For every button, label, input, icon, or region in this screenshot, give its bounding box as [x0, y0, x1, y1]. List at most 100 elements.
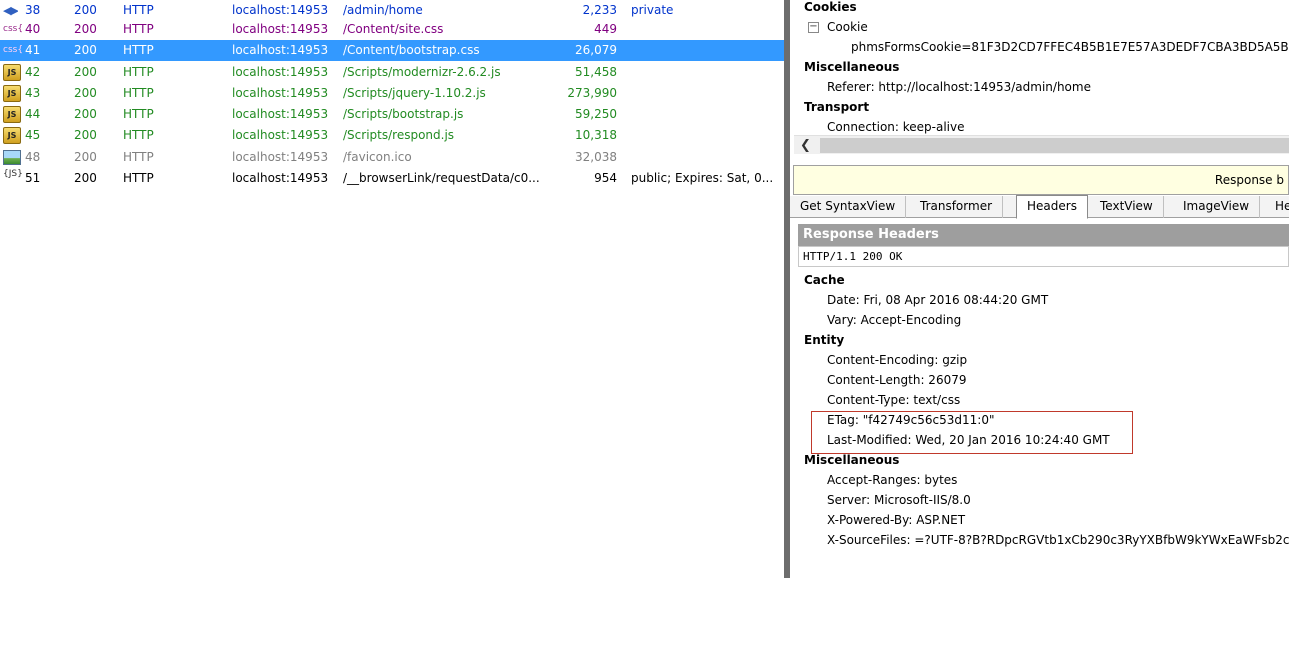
- session-protocol: HTTP: [123, 171, 154, 185]
- collapse-icon[interactable]: −: [808, 22, 819, 33]
- session-result: 200: [74, 3, 97, 17]
- css-icon: css{: [3, 45, 24, 55]
- date-header[interactable]: Date: Fri, 08 Apr 2016 08:44:20 GMT: [827, 290, 1048, 310]
- session-body-size: 273,990: [567, 86, 617, 100]
- session-protocol: HTTP: [123, 3, 154, 17]
- inspector-pane: Cookies − Cookie phmsFormsCookie=81F3D2C…: [790, 0, 1289, 578]
- powered-by-header[interactable]: X-Powered-By: ASP.NET: [827, 510, 965, 530]
- session-protocol: HTTP: [123, 128, 154, 142]
- cookie-node[interactable]: Cookie: [827, 17, 868, 37]
- session-result: 200: [74, 86, 97, 100]
- connection-header[interactable]: Connection: keep-alive: [827, 117, 965, 137]
- request-misc-group-label[interactable]: Miscellaneous: [804, 57, 899, 77]
- session-url: /__browserLink/requestData/c0...: [343, 171, 540, 185]
- cookie-value[interactable]: phmsFormsCookie=81F3D2CD7FFEC4B5B1E7E57A…: [851, 37, 1289, 57]
- session-number: 45: [25, 128, 41, 142]
- session-result: 200: [74, 128, 97, 142]
- html-arrows-icon: ◀▶: [3, 4, 18, 17]
- referer-header[interactable]: Referer: http://localhost:14953/admin/ho…: [827, 77, 1091, 97]
- session-host: localhost:14953: [232, 107, 329, 121]
- content-type-header[interactable]: Content-Type: text/css: [827, 390, 960, 410]
- json-icon: {JS}: [3, 169, 23, 179]
- session-url: /Scripts/modernizr-2.6.2.js: [343, 65, 501, 79]
- entity-group-label[interactable]: Entity: [804, 330, 844, 350]
- session-body-size: 954: [594, 171, 617, 185]
- session-protocol: HTTP: [123, 86, 154, 100]
- highlight-annotation-box: [811, 411, 1133, 454]
- session-body-size: 59,250: [575, 107, 617, 121]
- response-tabs: Get SyntaxView Transformer Headers TextV…: [790, 195, 1289, 219]
- image-icon: [3, 147, 25, 168]
- javascript-icon: JS: [3, 125, 25, 146]
- tab-imageview[interactable]: ImageView: [1173, 196, 1261, 218]
- session-number: 41: [25, 43, 41, 57]
- session-url: /Scripts/bootstrap.js: [343, 107, 464, 121]
- session-host: localhost:14953: [232, 43, 329, 57]
- javascript-icon: JS: [3, 62, 25, 83]
- session-caching: public; Expires: Sat, 0...: [631, 171, 774, 185]
- tab-get-syntaxview[interactable]: Get SyntaxView: [790, 196, 907, 218]
- vary-header[interactable]: Vary: Accept-Encoding: [827, 310, 961, 330]
- content-encoding-header[interactable]: Content-Encoding: gzip: [827, 350, 967, 370]
- session-caching: private: [631, 3, 674, 17]
- session-url: /admin/home: [343, 3, 423, 17]
- cookies-group-label[interactable]: Cookies: [804, 0, 857, 17]
- session-row[interactable]: JS 44 200 HTTP localhost:14953/Scripts/boots…: [0, 104, 784, 125]
- session-result: 200: [74, 65, 97, 79]
- session-body-size: 51,458: [575, 65, 617, 79]
- session-result: 200: [74, 22, 97, 36]
- horizontal-scrollbar[interactable]: ❮: [794, 135, 1289, 154]
- session-row[interactable]: ◀▶ 38 200 HTTP localhost:14953/admin/home 2,2…: [0, 0, 784, 21]
- session-url: /favicon.ico: [343, 150, 412, 164]
- session-row[interactable]: JS 45 200 HTTP localhost:14953/Scripts/respo…: [0, 125, 784, 146]
- session-host: localhost:14953: [232, 65, 329, 79]
- session-host: localhost:14953: [232, 128, 329, 142]
- session-number: 51: [25, 171, 41, 185]
- response-status-line[interactable]: HTTP/1.1 200 OK: [798, 246, 1289, 267]
- session-url: /Content/bootstrap.css: [343, 43, 480, 57]
- content-length-header[interactable]: Content-Length: 26079: [827, 370, 966, 390]
- session-result: 200: [74, 107, 97, 121]
- session-protocol: HTTP: [123, 65, 154, 79]
- session-row[interactable]: {JS} 51 200 HTTP localhost:14953 /__browserLi…: [0, 168, 784, 189]
- tab-headers[interactable]: Headers: [1016, 195, 1088, 219]
- session-body-size: 449: [594, 22, 617, 36]
- session-protocol: HTTP: [123, 107, 154, 121]
- scroll-left-icon[interactable]: ❮: [800, 136, 811, 155]
- tab-hexview[interactable]: He: [1265, 196, 1289, 218]
- session-host: localhost:14953: [232, 171, 329, 185]
- transport-group-label[interactable]: Transport: [804, 97, 869, 117]
- session-host: localhost:14953: [232, 22, 329, 36]
- session-protocol: HTTP: [123, 43, 154, 57]
- session-host: localhost:14953: [232, 150, 329, 164]
- session-number: 42: [25, 65, 41, 79]
- response-notice-bar[interactable]: Response b: [793, 165, 1289, 195]
- session-host: localhost:14953: [232, 86, 329, 100]
- accept-ranges-header[interactable]: Accept-Ranges: bytes: [827, 470, 957, 490]
- tab-transformer[interactable]: Transformer: [910, 196, 1004, 218]
- scrollbar-thumb[interactable]: [820, 138, 1289, 153]
- session-body-size: 10,318: [575, 128, 617, 142]
- session-number: 44: [25, 107, 41, 121]
- css-icon: css{: [3, 24, 24, 34]
- session-host: localhost:14953: [232, 3, 329, 17]
- cache-group-label[interactable]: Cache: [804, 270, 845, 290]
- server-header[interactable]: Server: Microsoft-IIS/8.0: [827, 490, 971, 510]
- session-url: /Scripts/jquery-1.10.2.js: [343, 86, 486, 100]
- session-list: ◀▶ 38 200 HTTP localhost:14953/admin/home 2,2…: [0, 0, 784, 578]
- tab-textview[interactable]: TextView: [1090, 196, 1164, 218]
- session-result: 200: [74, 43, 97, 57]
- session-row[interactable]: JS 42 200 HTTP localhost:14953/Scripts/moder…: [0, 62, 784, 83]
- session-row[interactable]: JS 43 200 HTTP localhost:14953/Scripts/jquer…: [0, 83, 784, 104]
- session-row[interactable]: css{40 200 HTTP localhost:14953/Content/sit…: [0, 19, 784, 40]
- source-files-header[interactable]: X-SourceFiles: =?UTF-8?B?RDpcRGVtb1xCb29…: [827, 530, 1289, 550]
- session-number: 38: [25, 3, 41, 17]
- session-row[interactable]: css{41 200 HTTP localhost:14953/Content/boo…: [0, 40, 784, 61]
- javascript-icon: JS: [3, 83, 25, 104]
- session-result: 200: [74, 150, 97, 164]
- session-body-size: 26,079: [575, 43, 617, 57]
- session-number: 43: [25, 86, 41, 100]
- session-number: 40: [25, 22, 41, 36]
- session-row[interactable]: 48 200 HTTP localhost:14953/favicon.ico 32,0…: [0, 147, 784, 168]
- session-protocol: HTTP: [123, 150, 154, 164]
